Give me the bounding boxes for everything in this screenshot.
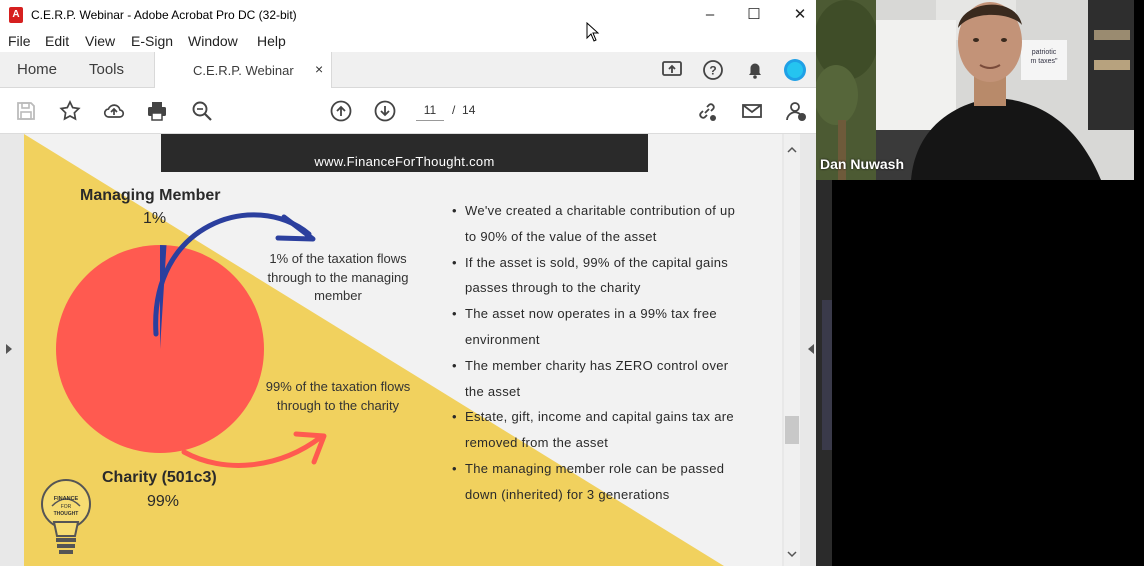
benefits-list: We've created a charitable contribution …: [450, 198, 750, 508]
mouse-cursor-icon: [586, 22, 600, 42]
screen: A C.E.R.P. Webinar - Adobe Acrobat Pro D…: [0, 0, 1144, 566]
separator-accent: [822, 300, 832, 450]
menu-esign[interactable]: E-Sign: [131, 33, 173, 49]
notifications-bell-icon[interactable]: [743, 58, 767, 82]
window-title: C.E.R.P. Webinar - Adobe Acrobat Pro DC …: [31, 8, 297, 22]
scroll-up-icon[interactable]: [787, 146, 797, 154]
charity-note: 99% of the taxation flows through to the…: [265, 379, 411, 413]
svg-text:FINANCE: FINANCE: [54, 496, 79, 502]
tab-document-label: C.E.R.P. Webinar: [193, 63, 294, 78]
scroll-down-icon[interactable]: [787, 550, 797, 558]
page-count: 14: [462, 103, 476, 117]
list-item: The member charity has ZERO control over…: [450, 353, 750, 405]
tab-close-icon[interactable]: ×: [315, 61, 323, 77]
account-avatar-icon[interactable]: [783, 58, 807, 82]
scrollbar-thumb[interactable]: [785, 416, 799, 444]
page-number-input[interactable]: 11: [416, 99, 444, 121]
list-item: We've created a charitable contribution …: [450, 198, 750, 250]
zoom-search-icon[interactable]: [190, 99, 214, 123]
acrobat-window: A C.E.R.P. Webinar - Adobe Acrobat Pro D…: [0, 0, 816, 566]
right-panel-toggle-icon[interactable]: [808, 344, 814, 354]
presenter-video-image: patriotic m taxes": [816, 0, 1134, 180]
acrobat-app-icon: A: [9, 7, 23, 23]
menu-file[interactable]: File: [8, 33, 31, 49]
vertical-scrollbar[interactable]: [784, 134, 800, 566]
close-button[interactable]: ✕: [785, 4, 815, 26]
list-item: The asset now operates in a 99% tax free…: [450, 301, 750, 353]
print-icon[interactable]: [145, 99, 169, 123]
managing-member-label: Managing Member: [80, 187, 221, 204]
page-separator: /: [452, 103, 456, 117]
tab-tools[interactable]: Tools: [89, 61, 124, 78]
menu-help[interactable]: Help: [257, 33, 286, 49]
previous-page-icon[interactable]: [329, 99, 353, 123]
list-item: If the asset is sold, 99% of the capital…: [450, 250, 750, 302]
svg-text:FOR: FOR: [61, 504, 72, 510]
managing-member-percent: 1%: [143, 210, 167, 227]
list-item: The managing member role can be passed d…: [450, 456, 750, 508]
svg-text:THOUGHT: THOUGHT: [54, 511, 79, 517]
charity-percent: 99%: [147, 493, 180, 510]
maximize-button[interactable]: ☐: [739, 4, 769, 26]
tab-home[interactable]: Home: [17, 61, 57, 78]
managing-member-note: 1% of the taxation flows through to the …: [267, 251, 409, 303]
menu-bar: File Edit View E-Sign Window Help: [0, 30, 816, 52]
tab-document[interactable]: C.E.R.P. Webinar ×: [154, 52, 332, 88]
email-icon[interactable]: [740, 99, 764, 123]
menu-window[interactable]: Window: [188, 33, 238, 49]
video-panel: patriotic m taxes" Dan Nuwash: [816, 0, 1144, 566]
minimize-button[interactable]: –: [695, 4, 725, 26]
bookmark-star-icon[interactable]: [58, 99, 82, 123]
share-link-icon[interactable]: [695, 99, 719, 123]
left-panel-toggle-icon[interactable]: [6, 344, 12, 354]
charity-label: Charity (501c3): [102, 469, 217, 486]
tab-bar: Home Tools C.E.R.P. Webinar ×: [0, 52, 816, 88]
help-icon[interactable]: ?: [701, 58, 725, 82]
presenter-video-feed: patriotic m taxes" Dan Nuwash: [816, 0, 1134, 180]
svg-text:m taxes": m taxes": [1031, 58, 1059, 65]
next-page-icon[interactable]: [373, 99, 397, 123]
list-item: Estate, gift, income and capital gains t…: [450, 404, 750, 456]
add-user-icon[interactable]: [784, 99, 808, 123]
cloud-upload-icon[interactable]: [102, 99, 126, 123]
finance-for-thought-lightbulb-logo: FINANCE FOR THOUGHT: [41, 479, 91, 554]
save-icon[interactable]: [14, 99, 38, 123]
menu-edit[interactable]: Edit: [45, 33, 69, 49]
toolbar: [0, 88, 816, 134]
title-bar: A C.E.R.P. Webinar - Adobe Acrobat Pro D…: [0, 0, 816, 30]
pdf-page: www.FinanceForThought.com FINANCE FOR TH…: [24, 134, 782, 566]
svg-text:?: ?: [709, 64, 716, 78]
share-screen-icon[interactable]: [660, 58, 684, 82]
menu-view[interactable]: View: [85, 33, 115, 49]
page-total: / 14: [452, 103, 475, 117]
svg-text:patriotic: patriotic: [1032, 49, 1057, 56]
presenter-name: Dan Nuwash: [820, 156, 905, 172]
